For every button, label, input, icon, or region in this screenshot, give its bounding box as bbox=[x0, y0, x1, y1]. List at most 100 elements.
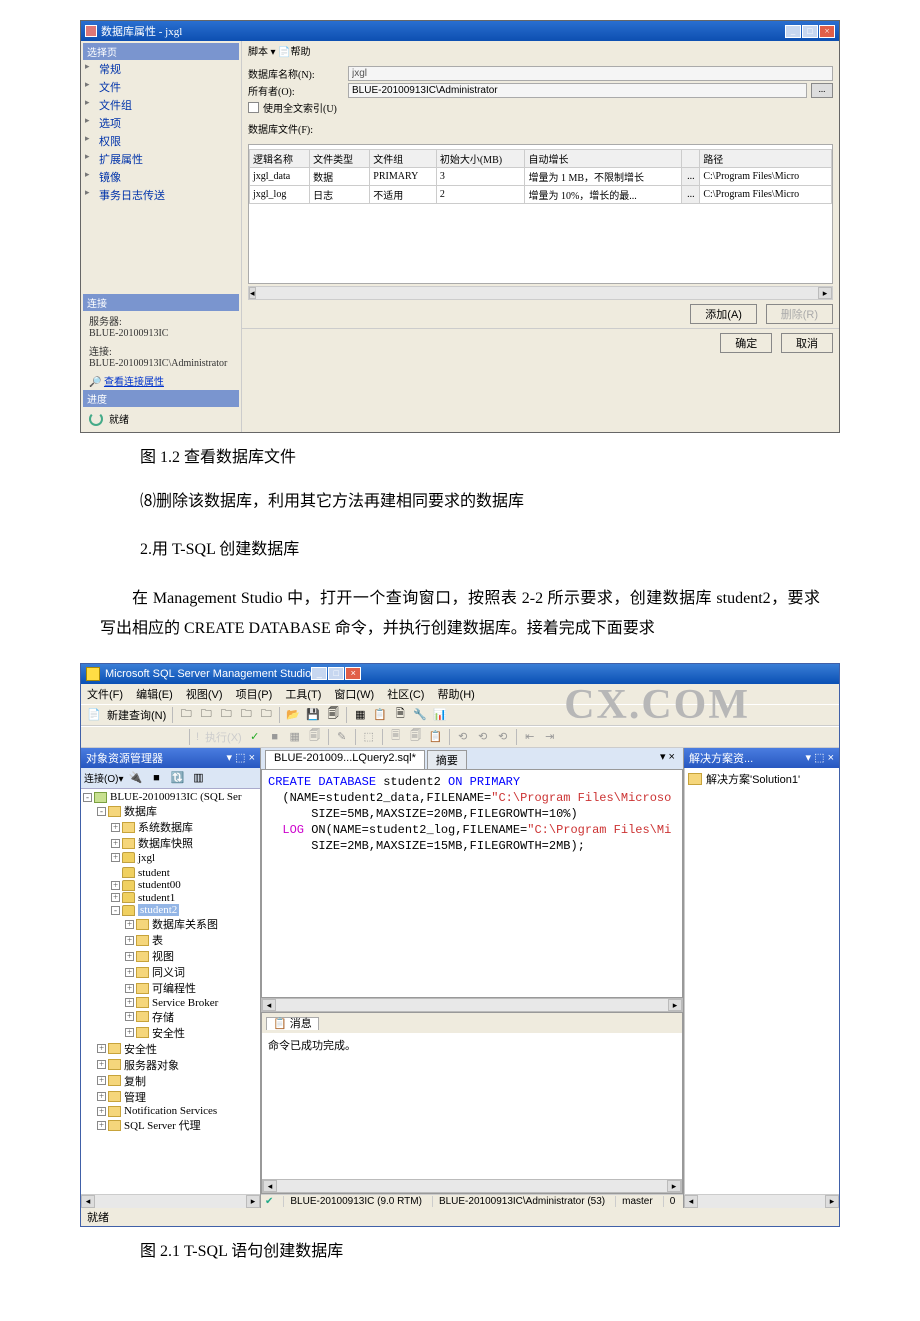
close-button[interactable]: × bbox=[345, 667, 361, 680]
nav-logship[interactable]: 事务日志传送 bbox=[83, 186, 239, 204]
indent-icon[interactable]: ⇤ bbox=[521, 728, 539, 746]
tab-summary[interactable]: 摘要 bbox=[427, 750, 467, 769]
tool-icon[interactable]: ⬚ bbox=[360, 728, 378, 746]
tool-icon[interactable]: 🗀 bbox=[197, 706, 215, 724]
object-explorer-toolbar[interactable]: 连接(O)▾ 🔌 ■ 🔃 ▥ bbox=[81, 768, 260, 789]
tool-icon[interactable]: 🗐 bbox=[407, 728, 425, 746]
tool-icon[interactable]: 🔧 bbox=[411, 706, 429, 724]
sql-editor[interactable]: CREATE DATABASE student2 ON PRIMARY (NAM… bbox=[261, 769, 683, 998]
tree-item[interactable]: 表 bbox=[152, 932, 163, 948]
tree-db-selected[interactable]: student2 bbox=[138, 904, 179, 916]
nav-filegroups[interactable]: 文件组 bbox=[83, 96, 239, 114]
tool-icon[interactable]: 📊 bbox=[431, 706, 449, 724]
tree-db[interactable]: student1 bbox=[138, 892, 175, 904]
tool-icon[interactable]: 📋 bbox=[371, 706, 389, 724]
document-tabs[interactable]: BLUE-201009...LQuery2.sql* 摘要 ▾ × bbox=[261, 748, 683, 769]
pin-icon[interactable]: ▾ ⬚ × bbox=[227, 751, 255, 764]
sql-toolbar[interactable]: ! 执行(X) ✓ ■ ▦ 🗐 ✎ ⬚ 🗏 🗐 📋 ⟲ ⟲ ⟲ ⇤ bbox=[81, 726, 839, 748]
refresh-icon[interactable]: 🔃 bbox=[168, 769, 186, 787]
tool-icon[interactable]: ▦ bbox=[286, 728, 304, 746]
tree-agent[interactable]: SQL Server 代理 bbox=[124, 1117, 201, 1133]
solution-root[interactable]: 解决方案'Solution1' bbox=[688, 771, 836, 787]
tool-icon[interactable]: ⟲ bbox=[454, 728, 472, 746]
col-logical[interactable]: 逻辑名称 bbox=[250, 150, 310, 168]
tool-icon[interactable]: 🗀 bbox=[257, 706, 275, 724]
menu-help[interactable]: 帮助(H) bbox=[438, 689, 475, 701]
minimize-button[interactable]: _ bbox=[311, 667, 327, 680]
tab-dropdown-icon[interactable]: ▾ × bbox=[656, 750, 679, 769]
tool-icon[interactable]: 🗏 bbox=[387, 728, 405, 746]
menu-window[interactable]: 窗口(W) bbox=[334, 689, 374, 701]
nav-files[interactable]: 文件 bbox=[83, 78, 239, 96]
ssms-titlebar[interactable]: Microsoft SQL Server Management Studio _… bbox=[81, 664, 839, 684]
tool-icon[interactable]: ⟲ bbox=[474, 728, 492, 746]
tool-icon[interactable]: 🗎 bbox=[391, 706, 409, 724]
tree-databases[interactable]: 数据库 bbox=[124, 803, 157, 819]
ok-button[interactable]: 确定 bbox=[720, 333, 772, 353]
titlebar[interactable]: 数据库属性 - jxgl _ □ × bbox=[81, 21, 839, 41]
pin-icon[interactable]: ▾ ⬚ × bbox=[806, 751, 834, 764]
messages-tab[interactable]: 📋 消息 bbox=[266, 1017, 319, 1030]
saveall-icon[interactable]: 🗐 bbox=[324, 706, 342, 724]
menu-edit[interactable]: 编辑(E) bbox=[136, 689, 173, 701]
tree-sysdb[interactable]: 系统数据库 bbox=[138, 819, 193, 835]
tree-server-objects[interactable]: 服务器对象 bbox=[124, 1057, 179, 1073]
nav-general[interactable]: 常规 bbox=[83, 60, 239, 78]
tool-icon[interactable]: 🗀 bbox=[237, 706, 255, 724]
tree-db[interactable]: student bbox=[138, 867, 170, 879]
tree-item[interactable]: 存储 bbox=[152, 1009, 174, 1025]
nav-options[interactable]: 选项 bbox=[83, 114, 239, 132]
object-explorer-title[interactable]: 对象资源管理器 ▾ ⬚ × bbox=[81, 748, 260, 768]
tree-item[interactable]: 视图 bbox=[152, 948, 174, 964]
menu-file[interactable]: 文件(F) bbox=[87, 689, 123, 701]
menu-project[interactable]: 项目(P) bbox=[236, 689, 273, 701]
tree-management[interactable]: 管理 bbox=[124, 1089, 146, 1105]
add-button[interactable]: 添加(A) bbox=[690, 304, 757, 324]
tool-icon[interactable]: 🗐 bbox=[306, 728, 324, 746]
tab-query[interactable]: BLUE-201009...LQuery2.sql* bbox=[265, 750, 425, 769]
menu-tools[interactable]: 工具(T) bbox=[285, 689, 321, 701]
cancel-button[interactable]: 取消 bbox=[781, 333, 833, 353]
standard-toolbar[interactable]: 📄 新建查询(N) 🗀 🗀 🗀 🗀 🗀 📂 💾 🗐 ▦ 📋 🗎 🔧 📊 bbox=[81, 704, 839, 726]
tree-snapshot[interactable]: 数据库快照 bbox=[138, 835, 193, 851]
tree-notification[interactable]: Notification Services bbox=[124, 1105, 217, 1117]
menu-view[interactable]: 视图(V) bbox=[186, 689, 223, 701]
tree-item[interactable]: 安全性 bbox=[152, 1025, 185, 1041]
tree-item[interactable]: Service Broker bbox=[152, 997, 218, 1009]
owner-browse-button[interactable]: ... bbox=[811, 83, 833, 98]
delete-button[interactable]: 删除(R) bbox=[766, 304, 833, 324]
script-toolbar[interactable]: 脚本 ▾ 📄帮助 bbox=[242, 41, 839, 60]
tree-security[interactable]: 安全性 bbox=[124, 1041, 157, 1057]
new-query-icon[interactable]: 📄 bbox=[85, 706, 103, 724]
owner-input[interactable] bbox=[348, 83, 807, 98]
nav-mirror[interactable]: 镜像 bbox=[83, 168, 239, 186]
tool-icon[interactable]: ✎ bbox=[333, 728, 351, 746]
solution-hscroll[interactable]: ◂▸ bbox=[684, 1194, 839, 1208]
nav-permissions[interactable]: 权限 bbox=[83, 132, 239, 150]
maximize-button[interactable]: □ bbox=[328, 667, 344, 680]
minimize-button[interactable]: _ bbox=[785, 25, 801, 38]
solution-title[interactable]: 解决方案资... ▾ ⬚ × bbox=[684, 748, 839, 768]
tree-replication[interactable]: 复制 bbox=[124, 1073, 146, 1089]
check-icon[interactable]: ✓ bbox=[246, 728, 264, 746]
maximize-button[interactable]: □ bbox=[802, 25, 818, 38]
new-query-button[interactable]: 新建查询(N) bbox=[105, 707, 168, 723]
col-path[interactable]: 路径 bbox=[700, 150, 832, 168]
col-type[interactable]: 文件类型 bbox=[310, 150, 370, 168]
stop-icon[interactable]: ■ bbox=[266, 728, 284, 746]
tool-icon[interactable]: 📋 bbox=[427, 728, 445, 746]
files-grid[interactable]: 逻辑名称 文件类型 文件组 初始大小(MB) 自动增长 路径 jxgl_data… bbox=[248, 144, 833, 284]
save-icon[interactable]: 💾 bbox=[304, 706, 322, 724]
close-button[interactable]: × bbox=[819, 25, 835, 38]
dbname-input[interactable] bbox=[348, 66, 833, 81]
execute-button[interactable]: 执行(X) bbox=[203, 729, 244, 745]
col-size[interactable]: 初始大小(MB) bbox=[436, 150, 525, 168]
tree-item[interactable]: 同义词 bbox=[152, 964, 185, 980]
col-group[interactable]: 文件组 bbox=[370, 150, 437, 168]
tree-db[interactable]: jxgl bbox=[138, 852, 155, 864]
object-tree[interactable]: -BLUE-20100913IC (SQL Ser -数据库 +系统数据库 +数… bbox=[81, 789, 260, 1194]
col-growth[interactable]: 自动增长 bbox=[525, 150, 682, 168]
tool-icon[interactable]: ■ bbox=[147, 769, 165, 787]
tool-icon[interactable]: ▦ bbox=[351, 706, 369, 724]
horizontal-scrollbar[interactable]: ◂▸ bbox=[248, 286, 833, 300]
